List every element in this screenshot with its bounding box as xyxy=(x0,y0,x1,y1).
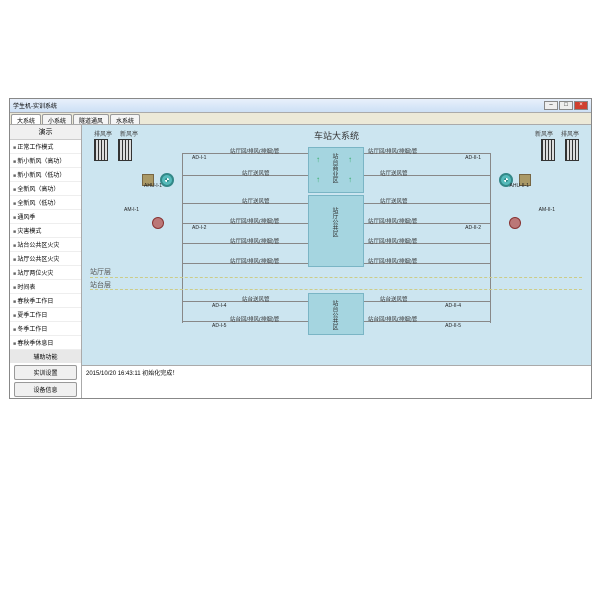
damper-ad-r4: AD-II-5 xyxy=(445,323,461,329)
damper-ad-r1: AD-II-1 xyxy=(465,155,481,161)
label-right-exhaust-tower: 排风亭 xyxy=(561,129,579,138)
damper-ad-l1: AD-I-1 xyxy=(192,155,206,161)
pipe-exhaust-r1: 站厅回/排风(排烟)管 xyxy=(368,147,417,155)
zone-hall-label: 站厅公共区 xyxy=(330,207,339,237)
level-platform-label: 站台层 xyxy=(90,280,111,290)
pipe-plat-supply-l: 站台送风管 xyxy=(242,295,270,303)
tab-small-system[interactable]: 小系统 xyxy=(42,114,72,124)
vent-tower-2 xyxy=(118,139,132,161)
minimize-button[interactable]: – xyxy=(544,101,558,110)
damper-ad-l3: AD-I-4 xyxy=(212,303,226,309)
main-area: 车站大系统 排风亭 新风亭 新风亭 排风亭 站台商业区 站厅公共区 站台公共区 … xyxy=(82,125,591,398)
pipe-exhaust-l2: 站厅回/排风(排烟)管 xyxy=(230,217,279,225)
mode-vent-season[interactable]: 通风季 xyxy=(10,210,81,224)
log-line: 2015/10/20 16:43:11 初始化完成！ xyxy=(86,368,587,377)
pipe-exhaust-r4: 站厅回/排风(排烟)管 xyxy=(368,257,417,265)
damper-ad-l2: AD-I-2 xyxy=(192,225,206,231)
pipe-exhaust-r3: 站厅回/排风(排烟)管 xyxy=(368,237,417,245)
damper-ad-r2: AD-II-2 xyxy=(465,225,481,231)
label-left-fresh-tower: 新风亭 xyxy=(120,129,138,138)
sched-rest[interactable]: 春秋季休息日 xyxy=(10,336,81,350)
pipe-plat-exhaust-r: 站台回/排风(排烟)管 xyxy=(368,315,417,323)
vent-tower-4 xyxy=(565,139,579,161)
mode-hall-fire[interactable]: 站厅公共区火灾 xyxy=(10,252,81,266)
body: 演示 正常工作模式 新小新风（高功） 新小新风（低功） 全新风（高功） 全新风（… xyxy=(10,125,591,398)
label-right-fresh-tower: 新风亭 xyxy=(535,129,553,138)
sidebar-header: 演示 xyxy=(10,125,81,140)
arrow-icon: ↑ xyxy=(348,175,352,184)
damper-ad-l4: AD-I-5 xyxy=(212,323,226,329)
duct-line xyxy=(182,153,183,323)
mode-normal[interactable]: 正常工作模式 xyxy=(10,140,81,154)
sched-winter[interactable]: 冬季工作日 xyxy=(10,322,81,336)
pipe-supply-r2: 站厅送风管 xyxy=(380,197,408,205)
pipe-exhaust-l1: 站厅回/排风(排烟)管 xyxy=(230,147,279,155)
tab-bar: 大系统 小系统 隧道通风 水系统 xyxy=(10,113,591,125)
pipe-supply-r1: 站厅送风管 xyxy=(380,169,408,177)
zone-platform-label: 站台公共区 xyxy=(330,300,339,330)
vent-tower-3 xyxy=(541,139,555,161)
titlebar: 学生机-实训系统 – □ × xyxy=(10,99,591,113)
level-divider xyxy=(90,289,582,290)
vent-tower-1 xyxy=(94,139,108,161)
pipe-supply-l1: 站厅送风管 xyxy=(242,169,270,177)
arrow-icon: ↑ xyxy=(348,155,352,164)
maximize-button[interactable]: □ xyxy=(559,101,573,110)
damper-ahu-l: AHU-I-1 xyxy=(144,183,162,189)
pipe-plat-supply-r: 站台送风管 xyxy=(380,295,408,303)
damper-am-r: AM-II-1 xyxy=(539,207,555,213)
btn-training[interactable]: 实训设置 xyxy=(14,365,77,380)
level-divider xyxy=(90,277,582,278)
arrow-icon: ↑ xyxy=(316,155,320,164)
mode-disaster[interactable]: 灾害模式 xyxy=(10,224,81,238)
close-button[interactable]: × xyxy=(574,101,588,110)
btn-device-info[interactable]: 设备信息 xyxy=(14,382,77,397)
sched-spring[interactable]: 春秋季工作日 xyxy=(10,294,81,308)
pipe-exhaust-l3: 站厅回/排风(排烟)管 xyxy=(230,237,279,245)
mode-small-fresh-lo[interactable]: 新小新风（低功） xyxy=(10,168,81,182)
sidebar: 演示 正常工作模式 新小新风（高功） 新小新风（低功） 全新风（高功） 全新风（… xyxy=(10,125,82,398)
damper-ad-r3: AD-II-4 xyxy=(445,303,461,309)
mode-hall-two-fire[interactable]: 站厅两位火灾 xyxy=(10,266,81,280)
sidebar-group: 辅助功能 xyxy=(10,350,81,363)
duct-line xyxy=(490,153,491,323)
tab-large-system[interactable]: 大系统 xyxy=(11,114,41,124)
tab-tunnel[interactable]: 隧道通风 xyxy=(73,114,109,124)
arrow-icon: ↑ xyxy=(316,175,320,184)
pipe-exhaust-r2: 站厅回/排风(排烟)管 xyxy=(368,217,417,225)
schedule[interactable]: 时间表 xyxy=(10,280,81,294)
mode-full-fresh-lo[interactable]: 全新风（低功） xyxy=(10,196,81,210)
mode-full-fresh-hi[interactable]: 全新风（高功） xyxy=(10,182,81,196)
level-hall-label: 站厅层 xyxy=(90,267,111,277)
mode-platform-fire[interactable]: 站台公共区火灾 xyxy=(10,238,81,252)
diagram-canvas: 车站大系统 排风亭 新风亭 新风亭 排风亭 站台商业区 站厅公共区 站台公共区 … xyxy=(82,125,591,366)
label-left-exhaust-tower: 排风亭 xyxy=(94,129,112,138)
fan-exhaust-left[interactable] xyxy=(152,217,164,229)
mode-small-fresh-hi[interactable]: 新小新风（高功） xyxy=(10,154,81,168)
pipe-exhaust-l4: 站厅回/排风(排烟)管 xyxy=(230,257,279,265)
sched-summer[interactable]: 夏季工作日 xyxy=(10,308,81,322)
pipe-supply-l2: 站厅送风管 xyxy=(242,197,270,205)
damper-am-l: AM-I-1 xyxy=(124,207,139,213)
tab-water[interactable]: 水系统 xyxy=(110,114,140,124)
window-buttons: – □ × xyxy=(544,101,588,110)
pipe-plat-exhaust-l: 站台回/排风(排烟)管 xyxy=(230,315,279,323)
damper-ahu-r: AHU-II-1 xyxy=(510,183,529,189)
fan-exhaust-right[interactable] xyxy=(509,217,521,229)
fan-supply-left[interactable] xyxy=(160,173,174,187)
zone-business-label: 站台商业区 xyxy=(330,153,339,183)
diagram-title: 车站大系统 xyxy=(314,129,359,142)
app-window: 学生机-实训系统 – □ × 大系统 小系统 隧道通风 水系统 演示 正常工作模… xyxy=(9,98,592,399)
log-panel: 2015/10/20 16:43:11 初始化完成！ xyxy=(82,366,591,398)
window-title: 学生机-实训系统 xyxy=(13,101,57,110)
